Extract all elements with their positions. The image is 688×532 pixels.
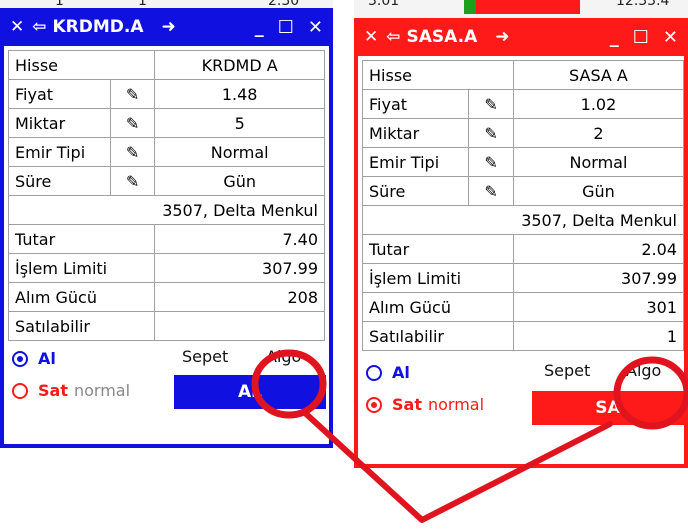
annotation-circle-left — [251, 349, 327, 419]
annotation-circle-right — [613, 356, 688, 430]
annotation-connector-line — [301, 409, 613, 523]
annotation-overlay — [251, 349, 688, 523]
